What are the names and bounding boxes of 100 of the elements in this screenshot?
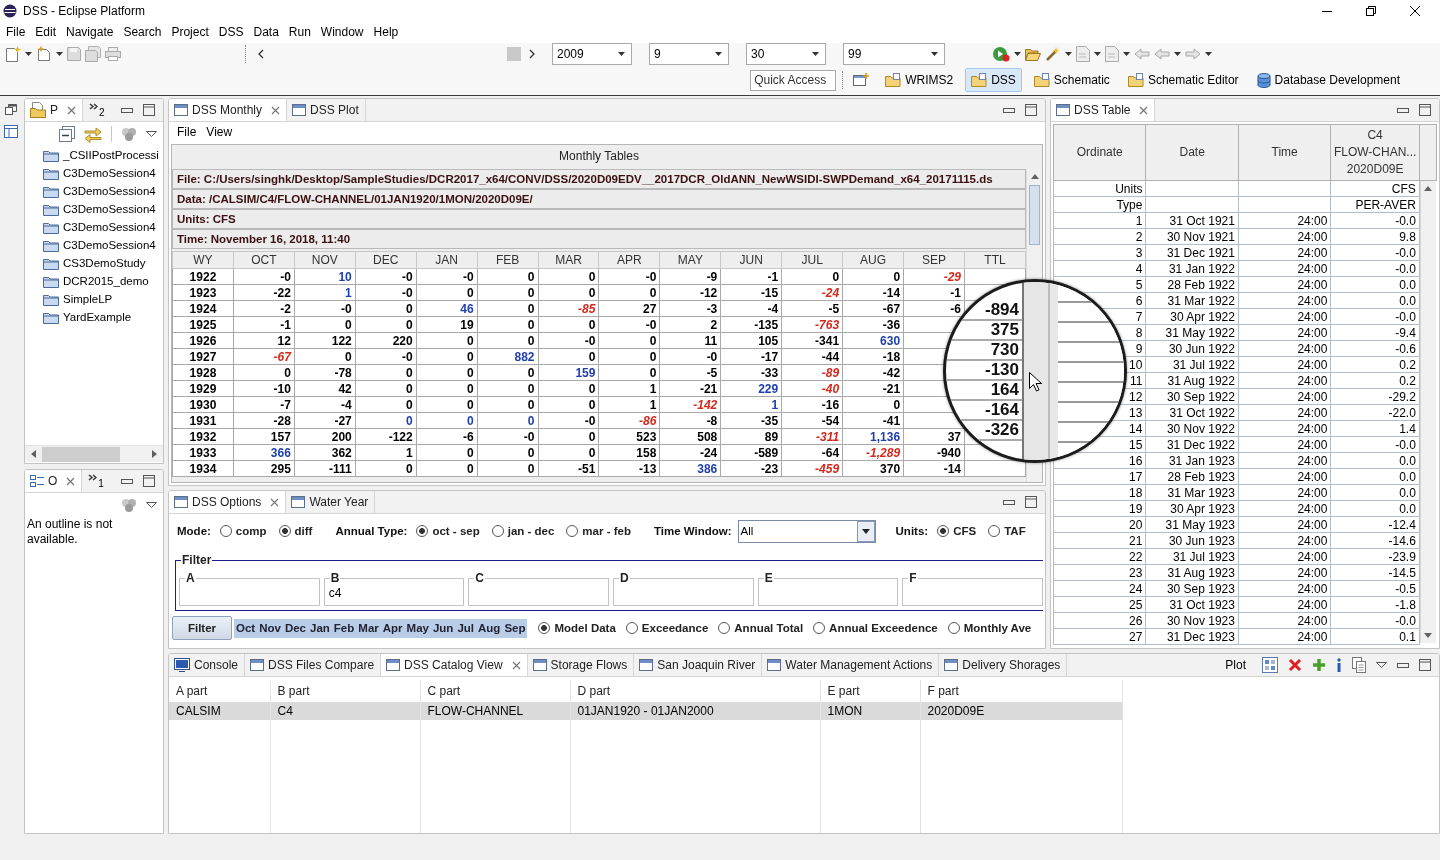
radio-button[interactable] <box>538 622 551 634</box>
chevron-left-icon[interactable] <box>258 49 264 59</box>
input-field[interactable]: E <box>757 572 899 606</box>
minimize-icon[interactable] <box>1003 107 1015 113</box>
column-header[interactable]: OCT <box>233 251 295 269</box>
horizontal-scrollbar[interactable] <box>25 445 163 462</box>
menu-item[interactable]: DSS <box>213 22 249 43</box>
tree-item[interactable]: C3DemoSession4 <box>25 182 163 200</box>
close-icon[interactable] <box>1410 6 1420 16</box>
column-header[interactable]: DEC <box>355 251 417 269</box>
column-header[interactable]: JUN <box>720 251 782 269</box>
column-header[interactable]: APR <box>598 251 660 269</box>
overflow-button[interactable]: 1 <box>82 470 109 492</box>
month-item[interactable]: Jun <box>430 618 456 638</box>
tree-item[interactable]: SimpleLP <box>25 290 163 308</box>
swap-arrows-icon[interactable] <box>84 125 102 143</box>
month-item[interactable]: Sep <box>502 618 528 638</box>
chevron-right-icon[interactable] <box>529 49 535 59</box>
input-field[interactable]: C <box>468 572 609 606</box>
column-header[interactable]: AUG <box>842 251 904 269</box>
radio-button[interactable] <box>219 525 232 537</box>
column-header[interactable]: Ordinate <box>1053 124 1146 181</box>
input-field[interactable]: B c4 <box>323 572 465 606</box>
caret-icon[interactable] <box>1094 52 1101 56</box>
view-tab[interactable]: DSS Options <box>169 491 287 513</box>
delete-icon[interactable] <box>1288 658 1302 672</box>
menu-item[interactable]: View <box>201 125 238 140</box>
tree-item[interactable]: C3DemoSession4 <box>25 200 163 218</box>
down-triangle-icon[interactable] <box>146 502 157 508</box>
menu-item[interactable]: File <box>172 125 202 140</box>
caret-icon[interactable] <box>1065 52 1072 56</box>
radio-option[interactable]: oct - sep <box>416 523 480 539</box>
minimize-icon[interactable] <box>1397 107 1409 113</box>
radio-button[interactable] <box>718 622 731 634</box>
maximize-icon[interactable] <box>1419 659 1431 671</box>
restore-icon[interactable] <box>5 104 17 115</box>
circles-icon[interactable] <box>121 127 137 141</box>
caret-icon[interactable] <box>1123 52 1130 56</box>
radio-option[interactable]: Annual Total <box>718 620 804 636</box>
column-header[interactable]: JUL <box>781 251 843 269</box>
month-item[interactable]: Feb <box>331 618 357 638</box>
perspective-button[interactable]: WRIMS2 <box>879 68 960 92</box>
maximize-icon[interactable] <box>1025 496 1037 508</box>
column-header[interactable]: MAR <box>538 251 599 269</box>
maximize-icon[interactable] <box>1025 104 1037 116</box>
radio-option[interactable]: diff <box>278 523 313 539</box>
minimize-icon[interactable] <box>121 478 133 484</box>
view-tab[interactable]: DSS Monthly <box>169 99 288 121</box>
view-tab[interactable]: Storage Flows <box>527 654 635 676</box>
maximize-icon[interactable] <box>143 475 155 487</box>
view-tab[interactable]: DSS Catalog View <box>381 654 528 676</box>
caret-icon[interactable] <box>1205 52 1212 56</box>
add-icon[interactable] <box>1312 658 1326 672</box>
view-tab[interactable]: DSS Files Compare <box>245 654 382 676</box>
view-tab[interactable]: Water Management Actions <box>762 654 940 676</box>
view-tab[interactable]: O <box>25 470 83 492</box>
view-tab[interactable]: San Joaquin River <box>634 654 763 676</box>
caret-icon[interactable] <box>56 52 63 56</box>
radio-button[interactable] <box>278 525 291 537</box>
perspective-button[interactable]: DSS <box>965 68 1022 92</box>
view-tab[interactable]: Console <box>169 654 246 676</box>
month-item[interactable]: Apr <box>380 618 405 638</box>
caret-icon[interactable] <box>1014 52 1021 56</box>
document-plus-icon[interactable] <box>36 46 52 62</box>
tree-item[interactable]: DCR2015_demo <box>25 272 163 290</box>
column-header[interactable]: C4 FLOW-CHAN... 2020D09E <box>1330 124 1420 181</box>
radio-option[interactable]: jan - dec <box>491 523 555 539</box>
menu-item[interactable]: Edit <box>30 22 62 43</box>
radio-button[interactable] <box>625 622 638 634</box>
tree-item[interactable]: C3DemoSession4 <box>25 236 163 254</box>
radio-option[interactable]: Annual Exceedence <box>813 620 938 636</box>
layout-icon[interactable] <box>4 125 18 138</box>
menu-item[interactable]: Window <box>315 22 369 43</box>
radio-button[interactable] <box>947 622 960 634</box>
radio-option[interactable]: TAF <box>988 523 1026 539</box>
column-header[interactable]: JAN <box>416 251 478 269</box>
caret-icon[interactable] <box>25 52 32 56</box>
radio-option[interactable]: CFS <box>937 523 977 539</box>
restore-icon[interactable] <box>1366 6 1376 16</box>
document-sparkle-icon[interactable] <box>5 46 21 62</box>
minimize-icon[interactable] <box>121 107 133 113</box>
wand-icon[interactable] <box>1045 46 1061 62</box>
radio-option[interactable]: Exceedance <box>625 620 709 636</box>
column-header[interactable]: Time <box>1238 124 1331 181</box>
column-header[interactable]: TTL <box>964 251 1026 269</box>
radio-button[interactable] <box>988 525 1001 537</box>
run-icon[interactable] <box>992 46 1010 62</box>
window-plus-icon[interactable] <box>853 72 870 88</box>
radio-button[interactable] <box>416 525 429 537</box>
filter-button[interactable]: Filter <box>172 616 232 640</box>
minimize-icon[interactable] <box>1003 499 1015 505</box>
radio-button[interactable] <box>491 525 504 537</box>
perspective-button[interactable]: Schematic Editor <box>1121 68 1245 92</box>
column-header[interactable]: SEP <box>903 251 965 269</box>
column-header[interactable]: FEB <box>477 251 539 269</box>
combo-box[interactable]: 9 <box>649 43 729 65</box>
minimize-icon[interactable] <box>1397 662 1409 668</box>
combo-box[interactable]: 30 <box>746 43 826 65</box>
month-item[interactable]: Jan <box>308 618 332 638</box>
menu-item[interactable]: Data <box>248 22 284 43</box>
